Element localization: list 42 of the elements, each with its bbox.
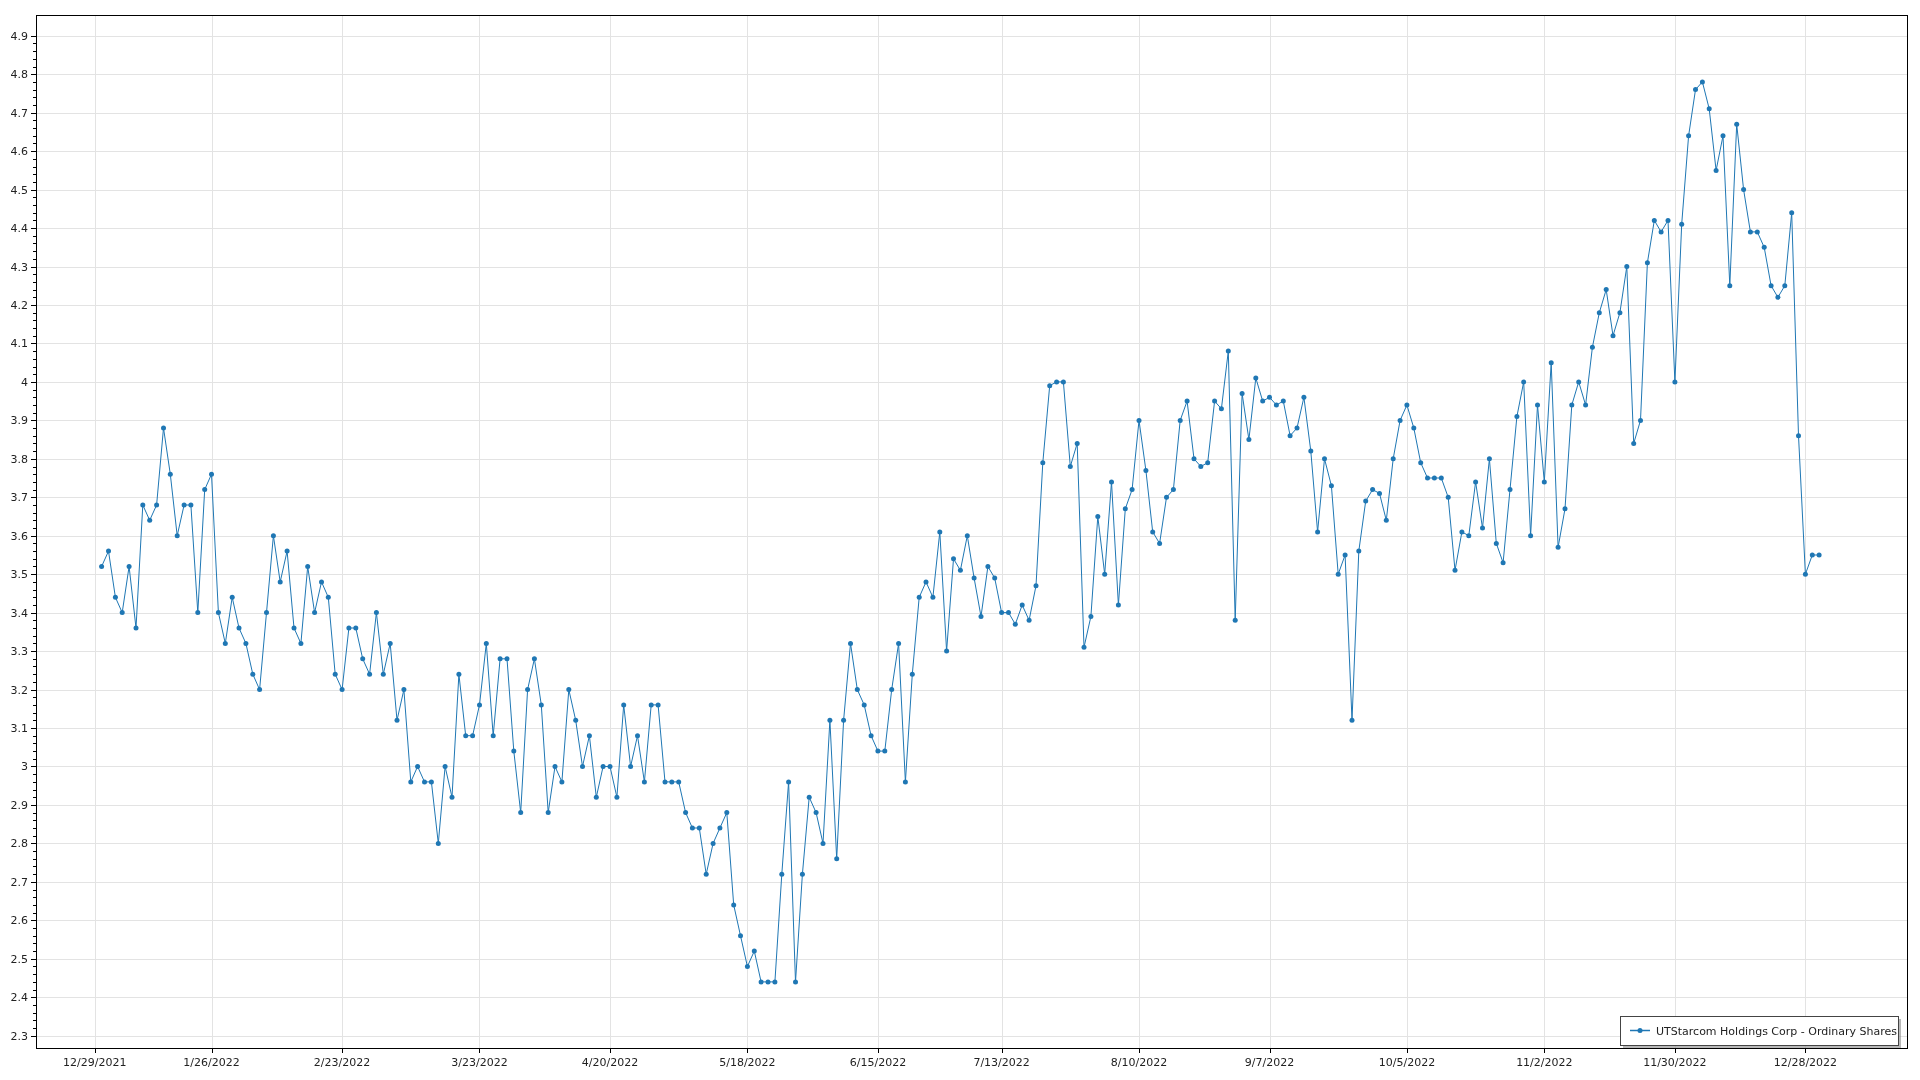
x-tick-label: 8/10/2022 [1110,1056,1168,1069]
y-tick-label: 4.6 [10,145,28,159]
y-tick-label: 4.9 [10,29,28,43]
y-tick-label: 2.9 [10,798,28,812]
x-tick-label: 5/18/2022 [719,1056,776,1069]
x-tick-label: 9/7/2022 [1244,1056,1295,1069]
y-tick-label: 3.9 [10,414,28,428]
y-tick-label: 3.3 [10,645,28,659]
y-tick-label: 4.5 [10,183,28,197]
x-tick-label: 3/23/2022 [451,1056,508,1069]
x-tick-label: 10/5/2022 [1378,1056,1436,1069]
x-tick-label: 11/30/2022 [1643,1056,1707,1069]
x-tick-label: 4/20/2022 [581,1056,639,1069]
y-tick-label: 3.4 [10,606,28,620]
y-tick-label: 3.8 [10,452,28,466]
y-tick-label: 2.7 [10,875,28,889]
y-tick-label: 3.2 [10,683,28,697]
x-tick-label: 6/15/2022 [849,1056,907,1069]
y-tick-label: 2.5 [10,952,28,966]
y-tick-label: 4.7 [10,106,28,120]
y-tick-label: 4.8 [10,68,28,82]
y-tick-label: 3.6 [10,529,28,543]
x-tick-label: 7/13/2022 [973,1056,1030,1069]
y-tick-label: 3.1 [10,722,28,735]
y-tick-label: 2.3 [10,1029,28,1043]
y-tick-label: 2.6 [10,914,28,928]
y-tick-label: 4.1 [10,337,28,351]
y-tick-label: 3 [21,760,28,774]
x-tick-label: 11/2/2022 [1516,1056,1573,1069]
x-tick-label: 2/23/2022 [313,1056,371,1069]
x-tick-label: 12/28/2022 [1773,1056,1838,1069]
y-tick-label: 3.7 [10,491,28,505]
legend-label: UTStarcom Holdings Corp - Ordinary Shares [1656,1024,1897,1038]
y-tick-label: 2.4 [10,991,28,1005]
y-tick-label: 4.4 [10,222,28,236]
y-tick-label: 2.8 [10,837,28,851]
x-tick-label: 12/29/2021 [63,1056,127,1069]
y-tick-label: 3.5 [10,568,28,582]
y-tick-label: 4 [21,375,28,389]
x-tick-label: 1/26/2022 [183,1056,240,1069]
y-tick-label: 4.3 [10,260,28,274]
y-tick-label: 4.2 [10,299,28,312]
